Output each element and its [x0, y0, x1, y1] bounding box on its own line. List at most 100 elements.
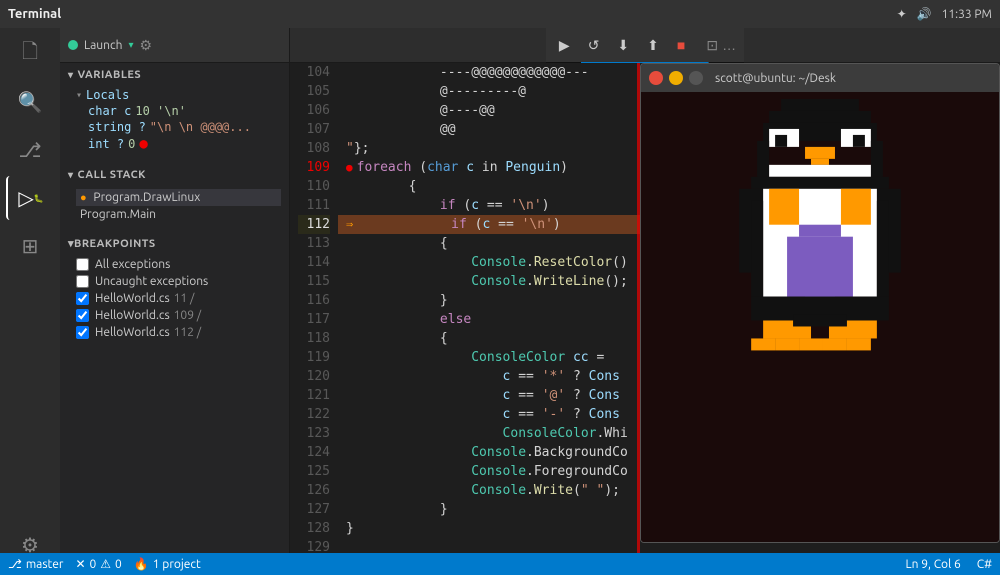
system-icons: ✦ 🔊 11:33 PM: [897, 7, 992, 21]
breakpoints-content: All exceptions Uncaught exceptions Hello…: [60, 256, 289, 341]
statusbar-right: Ln 9, Col 6 C#: [906, 558, 992, 571]
var-int-name: int ?: [88, 137, 124, 151]
call-stack-section-header[interactable]: ▾ CALL STACK: [60, 163, 289, 187]
bp-helloworld-11-line: 11 /: [174, 292, 195, 305]
git-branch[interactable]: ⎇ master: [8, 557, 63, 571]
call-stack-item-main[interactable]: Program.Main: [76, 206, 281, 223]
var-int: int ? 0 ●: [76, 135, 281, 153]
bp-helloworld-109-file: HelloWorld.cs: [95, 309, 170, 322]
bp-helloworld-109: HelloWorld.cs 109 /: [60, 307, 289, 324]
cursor-position[interactable]: Ln 9, Col 6: [906, 558, 961, 571]
search-icon[interactable]: 🔍: [6, 80, 54, 124]
variables-content: ▾ Locals char c 10 '\n' string ? "\n \n …: [60, 87, 289, 163]
statusbar: ⎇ master ✕ 0 ⚠ 0 🔥 1 project Ln 9, Col 6…: [0, 553, 1000, 575]
editor-area: ▶ ↺ ⬇ ⬆ ■ ⊡ … HelloWorld.cs / ×: [290, 28, 1000, 553]
locals-label: Locals: [86, 88, 129, 102]
bp-helloworld-112: HelloWorld.cs 112 /: [60, 324, 289, 341]
bp-uncaught-exceptions-checkbox[interactable]: [76, 275, 89, 288]
breakpoints-section-header[interactable]: ▾ BREAKPOINTS: [60, 231, 289, 256]
bp-helloworld-11-checkbox[interactable]: [76, 292, 89, 305]
topbar: Terminal ✦ 🔊 11:33 PM: [0, 0, 1000, 28]
bp-all-exceptions-label: All exceptions: [95, 258, 170, 271]
editor-header: ▶ ↺ ⬇ ⬆ ■ ⊡ … HelloWorld.cs / ×: [290, 28, 1000, 63]
extensions-icon[interactable]: ⊞: [6, 224, 54, 268]
clock: 11:33 PM: [942, 8, 992, 21]
var-string-name: string ?: [88, 120, 146, 134]
bp-marker-109: ●: [346, 158, 353, 177]
debug-icon[interactable]: ▷🐛: [6, 176, 54, 220]
var-string-value: "\n \n @@@@...: [150, 120, 251, 134]
launch-dot: [68, 40, 78, 50]
git-branch-icon: ⎇: [8, 557, 22, 571]
terminal-overlay: scott@ubuntu: ~/Desk: [640, 63, 1000, 543]
errors-label: 0: [90, 558, 97, 571]
launch-dropdown-arrow[interactable]: ▾: [128, 39, 133, 51]
terminal-titlebar: scott@ubuntu: ~/Desk: [641, 64, 999, 92]
sidebar: Launch ▾ ⚙ ▾ VARIABLES ▾ Locals char c 1…: [60, 28, 290, 553]
launch-label: Launch: [80, 39, 126, 52]
gear-icon[interactable]: ⚙: [139, 37, 152, 54]
bp-all-exceptions: All exceptions: [60, 256, 289, 273]
fire-item: 🔥 1 project: [134, 557, 201, 571]
continue-button[interactable]: ▶: [554, 35, 575, 56]
terminal-close-button[interactable]: [649, 71, 663, 85]
bp-all-exceptions-checkbox[interactable]: [76, 258, 89, 271]
bp-helloworld-109-line: 109 /: [174, 309, 201, 322]
terminal-minimize-button[interactable]: [669, 71, 683, 85]
breakpoints-label: BREAKPOINTS: [74, 238, 156, 250]
git-icon[interactable]: ⎇: [6, 128, 54, 172]
bp-uncaught-exceptions-label: Uncaught exceptions: [95, 275, 208, 288]
terminal-body: [641, 92, 999, 542]
variables-arrow: ▾: [68, 69, 74, 81]
bp-helloworld-112-checkbox[interactable]: [76, 326, 89, 339]
var-int-value: 0: [128, 137, 135, 151]
stop-button[interactable]: ■: [672, 35, 690, 55]
error-icon: ✕: [75, 557, 85, 571]
line-numbers: 104 105 106 107 108 109 110 111 112 113 …: [290, 63, 338, 553]
call-stack-content: ● Program.DrawLinux Program.Main: [60, 187, 289, 231]
terminal-expand-button[interactable]: [689, 71, 703, 85]
var-string: string ? "\n \n @@@@...: [76, 119, 281, 135]
step-into-button[interactable]: ⬇: [612, 35, 634, 56]
var-char-c-value: 10 '\n': [135, 104, 186, 118]
locals-arrow: ▾: [76, 90, 82, 101]
warnings-label: 0: [115, 558, 122, 571]
bp-uncaught-exceptions: Uncaught exceptions: [60, 273, 289, 290]
editor-more-button[interactable]: …: [722, 37, 736, 53]
editor-content: 104 105 106 107 108 109 110 111 112 113 …: [290, 63, 1000, 553]
terminal-title: scott@ubuntu: ~/Desk: [715, 72, 836, 85]
active-frame-icon: ●: [80, 192, 87, 204]
penguin-art: [721, 99, 919, 536]
variables-label: VARIABLES: [78, 69, 142, 81]
errors-count[interactable]: ✕ 0 ⚠ 0: [75, 557, 121, 571]
var-char-c-name: char c: [88, 104, 131, 118]
bp-helloworld-112-line: 112 /: [174, 326, 201, 339]
bp-helloworld-11-file: HelloWorld.cs: [95, 292, 170, 305]
bp-helloworld-112-file: HelloWorld.cs: [95, 326, 170, 339]
fire-icon: 🔥: [134, 557, 149, 571]
locals-header[interactable]: ▾ Locals: [76, 87, 281, 103]
main-area: Launch ▾ ⚙ ▾ VARIABLES ▾ Locals char c 1…: [60, 28, 1000, 553]
app-title: Terminal: [8, 7, 61, 21]
bp-helloworld-109-checkbox[interactable]: [76, 309, 89, 322]
variables-section-header[interactable]: ▾ VARIABLES: [60, 63, 289, 87]
call-stack-label: CALL STACK: [78, 169, 146, 181]
locals-group: ▾ Locals char c 10 '\n' string ? "\n \n …: [76, 87, 281, 153]
call-stack-item-main-label: Program.Main: [80, 208, 156, 221]
debug-toolbar: Launch ▾ ⚙: [60, 28, 289, 63]
step-out-button[interactable]: ⬆: [642, 35, 664, 56]
git-branch-label: master: [26, 558, 64, 571]
launch-config: Launch ▾: [68, 39, 133, 52]
bp-helloworld-11: HelloWorld.cs 11 /: [60, 290, 289, 307]
fire-label: 1 project: [153, 558, 201, 571]
call-stack-item-drawlinux[interactable]: ● Program.DrawLinux: [76, 189, 281, 206]
bluetooth-icon: ✦: [897, 7, 907, 21]
activity-bar: 🗋 🔍 ⎇ ▷🐛 ⊞ ⚙: [0, 28, 60, 575]
split-editor-button[interactable]: ⊡: [706, 37, 718, 54]
call-stack-item-drawlinux-label: Program.DrawLinux: [93, 191, 200, 204]
bp-dot: ●: [139, 136, 147, 152]
files-icon[interactable]: 🗋: [6, 32, 54, 76]
step-over-button[interactable]: ↺: [583, 35, 605, 56]
call-stack-arrow: ▾: [68, 169, 74, 181]
language-mode[interactable]: C#: [977, 558, 992, 571]
